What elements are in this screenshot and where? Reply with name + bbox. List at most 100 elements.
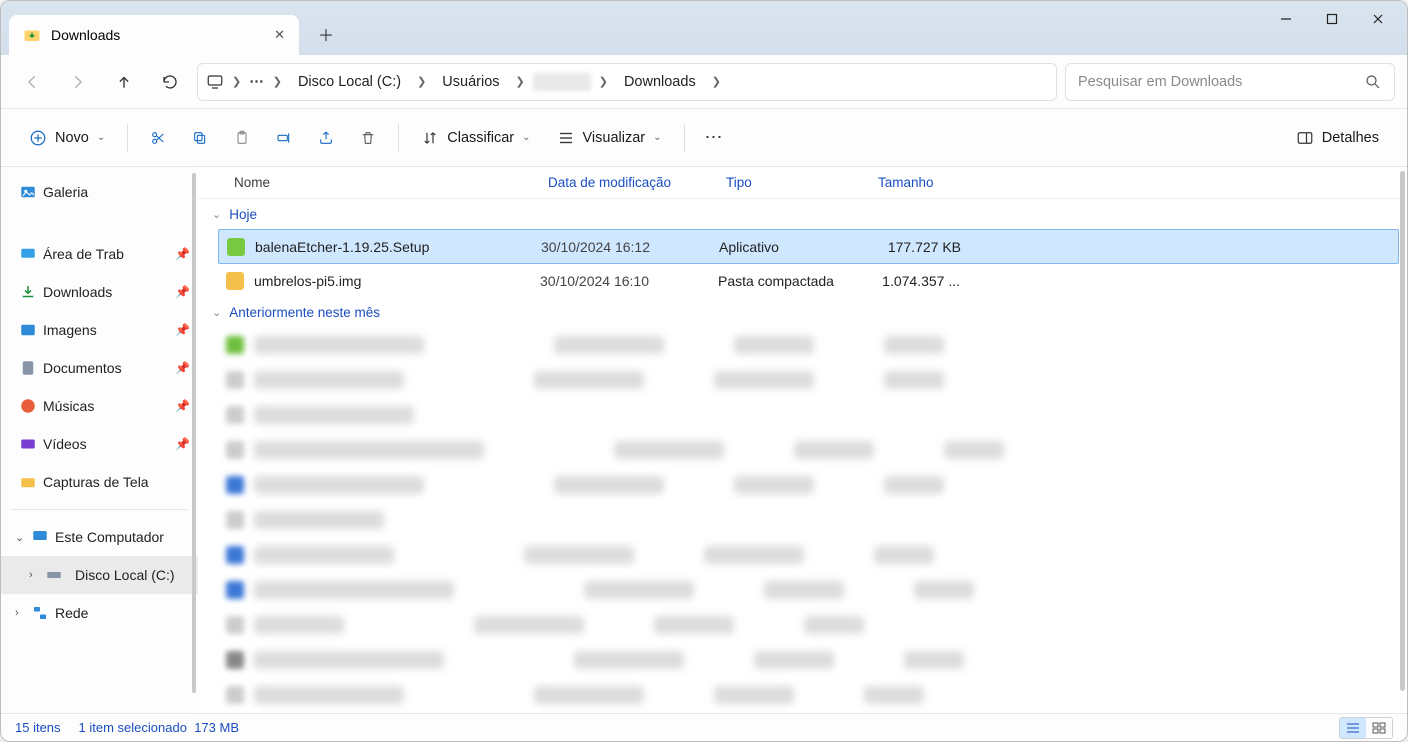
more-button[interactable]: ⋯ [697, 119, 733, 157]
chevron-right-icon[interactable]: ❯ [512, 75, 529, 88]
new-tab-button[interactable]: ＋ [309, 17, 343, 51]
sidebar-item-videos[interactable]: Vídeos 📌 [1, 425, 198, 463]
window-maximize-button[interactable] [1309, 1, 1355, 37]
search-icon[interactable] [1364, 73, 1382, 91]
sidebar-item-screenshots[interactable]: Capturas de Tela [1, 463, 198, 501]
paste-button[interactable] [224, 119, 260, 157]
new-button[interactable]: Novo ⌄ [19, 119, 115, 157]
delete-button[interactable] [350, 119, 386, 157]
file-row-redacted[interactable] [198, 328, 1407, 363]
copy-button[interactable] [182, 119, 218, 157]
chevron-right-icon[interactable]: ❯ [269, 75, 286, 88]
monitor-icon [206, 73, 224, 91]
file-row-redacted[interactable] [198, 608, 1407, 643]
column-header-type[interactable]: Tipo [718, 175, 870, 190]
search-box[interactable] [1065, 63, 1395, 101]
breadcrumb-segment-redacted[interactable] [533, 73, 591, 91]
videos-icon [19, 435, 37, 453]
sidebar-item-label: Rede [55, 605, 88, 621]
documents-icon [19, 359, 37, 377]
back-button[interactable] [13, 63, 51, 101]
up-button[interactable] [105, 63, 143, 101]
scissors-icon [150, 129, 166, 147]
breadcrumb-segment[interactable]: Usuários [434, 74, 507, 90]
scrollbar[interactable] [192, 173, 196, 693]
chevron-right-icon[interactable]: › [29, 569, 33, 581]
chevron-right-icon[interactable]: ❯ [413, 75, 430, 88]
sidebar-item-downloads[interactable]: Downloads 📌 [1, 273, 198, 311]
breadcrumb-segment[interactable]: Disco Local (C:) [290, 74, 409, 90]
sidebar-item-label: Vídeos [43, 436, 87, 452]
file-row-redacted[interactable] [198, 433, 1407, 468]
file-row-redacted[interactable] [198, 538, 1407, 573]
status-item-count: 15 itens [15, 720, 61, 735]
sidebar-item-network[interactable]: › Rede [1, 594, 198, 632]
group-earlier[interactable]: ⌄ Anteriormente neste mês [198, 298, 1407, 328]
chevron-right-icon[interactable]: ❯ [708, 75, 725, 88]
sidebar-item-label: Músicas [43, 398, 94, 414]
chevron-right-icon[interactable]: ❯ [228, 75, 245, 88]
details-button[interactable]: Detalhes [1286, 119, 1389, 157]
file-row-redacted[interactable] [198, 398, 1407, 433]
chevron-down-icon: ⌄ [212, 306, 221, 319]
file-row-redacted[interactable] [198, 643, 1407, 678]
scrollbar[interactable] [1400, 171, 1405, 691]
pin-icon: 📌 [175, 323, 190, 337]
ellipsis-icon: ⋯ [705, 127, 725, 148]
breadcrumb-segment[interactable]: Downloads [616, 74, 704, 90]
file-row-redacted[interactable] [198, 678, 1407, 713]
tab-close-icon[interactable]: ✕ [274, 27, 285, 43]
thumbnails-view-button[interactable] [1366, 718, 1392, 738]
address-bar[interactable]: ❯ ⋯ ❯ Disco Local (C:) ❯ Usuários ❯ ❯ Do… [197, 63, 1057, 101]
rename-button[interactable] [266, 119, 302, 157]
window-close-button[interactable] [1355, 1, 1401, 37]
trash-icon [360, 129, 376, 147]
sidebar-item-music[interactable]: Músicas 📌 [1, 387, 198, 425]
tab-downloads[interactable]: Downloads ✕ [9, 15, 299, 55]
sidebar-item-documents[interactable]: Documentos 📌 [1, 349, 198, 387]
share-button[interactable] [308, 119, 344, 157]
details-pane-icon [1296, 129, 1314, 147]
sidebar-item-gallery[interactable]: Galeria [1, 173, 198, 211]
file-row-redacted[interactable] [198, 573, 1407, 608]
sidebar-item-this-pc[interactable]: ⌄ Este Computador [1, 518, 198, 556]
folder-icon [19, 473, 37, 491]
images-icon [19, 321, 37, 339]
copy-icon [192, 129, 208, 147]
column-header-name[interactable]: Nome [226, 175, 540, 190]
cut-button[interactable] [140, 119, 176, 157]
file-row[interactable]: umbrelos-pi5.img 30/10/2024 16:10 Pasta … [198, 264, 1407, 298]
chevron-right-icon[interactable]: › [15, 607, 19, 619]
sort-button[interactable]: Classificar ⌄ [411, 119, 540, 157]
sidebar-item-label: Galeria [43, 184, 88, 200]
column-header-size[interactable]: Tamanho [870, 175, 960, 190]
group-today[interactable]: ⌄ Hoje [198, 199, 1407, 229]
column-header-date[interactable]: Data de modificação [540, 175, 718, 190]
details-view-button[interactable] [1340, 718, 1366, 738]
breadcrumb-overflow[interactable]: ⋯ [249, 74, 265, 90]
file-row-redacted[interactable] [198, 503, 1407, 538]
new-label: Novo [55, 130, 89, 146]
chevron-right-icon[interactable]: ❯ [595, 75, 612, 88]
search-input[interactable] [1078, 74, 1356, 90]
chevron-down-icon[interactable]: ⌄ [15, 531, 24, 544]
titlebar: Downloads ✕ ＋ [1, 1, 1407, 55]
pin-icon: 📌 [175, 399, 190, 413]
file-type: Aplicativo [719, 239, 871, 255]
file-size: 177.727 KB [871, 239, 961, 255]
file-type: Pasta compactada [718, 273, 870, 289]
forward-button[interactable] [59, 63, 97, 101]
window-minimize-button[interactable] [1263, 1, 1309, 37]
sidebar-item-images[interactable]: Imagens 📌 [1, 311, 198, 349]
view-toggle [1339, 717, 1393, 739]
navigation-pane: Galeria Área de Trab 📌 Downloads 📌 Image… [1, 167, 198, 713]
refresh-button[interactable] [151, 63, 189, 101]
file-date: 30/10/2024 16:12 [541, 239, 719, 255]
file-row-redacted[interactable] [198, 363, 1407, 398]
sidebar-item-drive-c[interactable]: › Disco Local (C:) [1, 556, 198, 594]
sidebar-item-desktop[interactable]: Área de Trab 📌 [1, 235, 198, 273]
file-row-redacted[interactable] [198, 468, 1407, 503]
gallery-icon [19, 183, 37, 201]
view-button[interactable]: Visualizar ⌄ [547, 119, 672, 157]
file-row[interactable]: balenaEtcher-1.19.25.Setup 30/10/2024 16… [218, 229, 1399, 263]
